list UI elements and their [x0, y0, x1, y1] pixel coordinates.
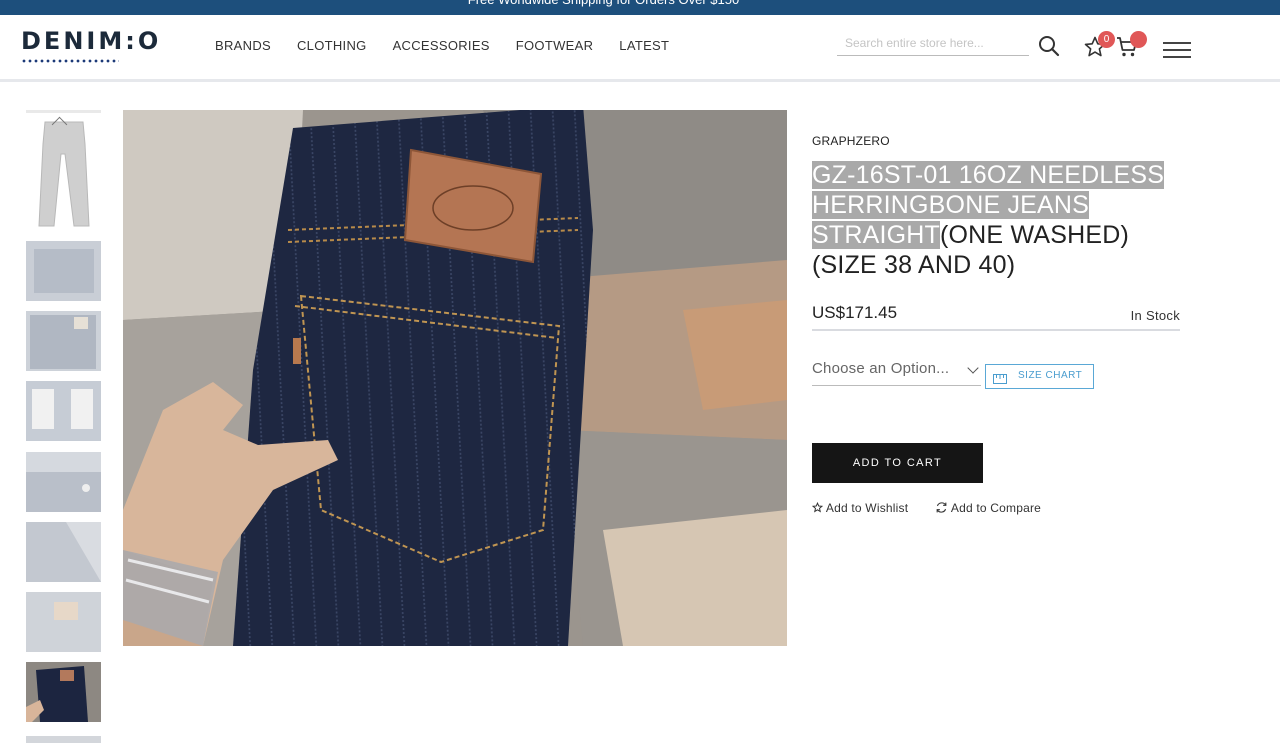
main-product-image[interactable] — [123, 110, 787, 646]
nav-footwear[interactable]: FOOTWEAR — [516, 39, 594, 53]
shipping-banner: Free Worldwide Shipping for Orders Over … — [0, 0, 1280, 15]
star-icon — [811, 501, 824, 516]
nav-latest[interactable]: LATEST — [619, 39, 669, 53]
add-to-compare-label: Add to Compare — [950, 501, 1042, 515]
product-price: US$171.45 — [812, 303, 898, 322]
search-input[interactable] — [837, 33, 1033, 50]
size-option-select[interactable]: Choose an Option... — [812, 357, 981, 386]
thumbnail-9[interactable] — [26, 733, 101, 743]
logo-underline — [21, 59, 119, 63]
product-brand[interactable]: GRAPHZERO — [812, 134, 890, 148]
add-to-wishlist-link[interactable]: Add to Wishlist — [811, 501, 909, 516]
nav-accessories[interactable]: ACCESSORIES — [393, 39, 490, 53]
thumbnail-3[interactable] — [26, 311, 101, 371]
main-nav: BRANDS CLOTHING ACCESSORIES FOOTWEAR LAT… — [215, 39, 695, 53]
site-logo[interactable]: DENIM:O — [21, 27, 161, 55]
site-header: DENIM:O BRANDS CLOTHING ACCESSORIES FOOT… — [0, 15, 1280, 82]
cart-count-badge — [1130, 31, 1147, 48]
thumbnail-5[interactable] — [26, 452, 101, 512]
size-option-value: Choose an Option... — [812, 360, 950, 377]
thumbnail-4[interactable] — [26, 381, 101, 441]
thumbnail-divider — [26, 110, 101, 113]
size-chart-button[interactable]: SIZE CHART — [985, 364, 1094, 389]
price-row: US$171.45 In Stock — [812, 301, 1180, 331]
search-box — [837, 33, 1033, 56]
thumbnail-2[interactable] — [26, 241, 101, 301]
menu-icon[interactable] — [1163, 42, 1191, 58]
refresh-icon — [935, 501, 948, 517]
shipping-banner-text: Free Worldwide Shipping for Orders Over … — [0, 0, 1207, 10]
product-title: GZ-16ST-01 16OZ NEEDLESS HERRINGBONE JEA… — [812, 160, 1182, 280]
thumbnail-7[interactable] — [26, 592, 101, 652]
ruler-icon — [993, 371, 1007, 389]
thumbnail-6[interactable] — [26, 522, 101, 582]
nav-brands[interactable]: BRANDS — [215, 39, 271, 53]
chevron-down-icon — [967, 362, 979, 374]
add-to-wishlist-label: Add to Wishlist — [825, 501, 909, 515]
thumbnail-8-selected[interactable] — [26, 662, 101, 722]
search-icon[interactable] — [1037, 34, 1061, 58]
nav-clothing[interactable]: CLOTHING — [297, 39, 367, 53]
wishlist-count-badge: 0 — [1098, 31, 1115, 48]
add-to-compare-link[interactable]: Add to Compare — [935, 501, 1041, 517]
thumbnail-1[interactable] — [26, 114, 101, 229]
stock-status: In Stock — [1130, 308, 1180, 323]
add-to-cart-button[interactable]: ADD TO CART — [812, 443, 983, 483]
size-chart-label: SIZE CHART — [1018, 370, 1083, 381]
